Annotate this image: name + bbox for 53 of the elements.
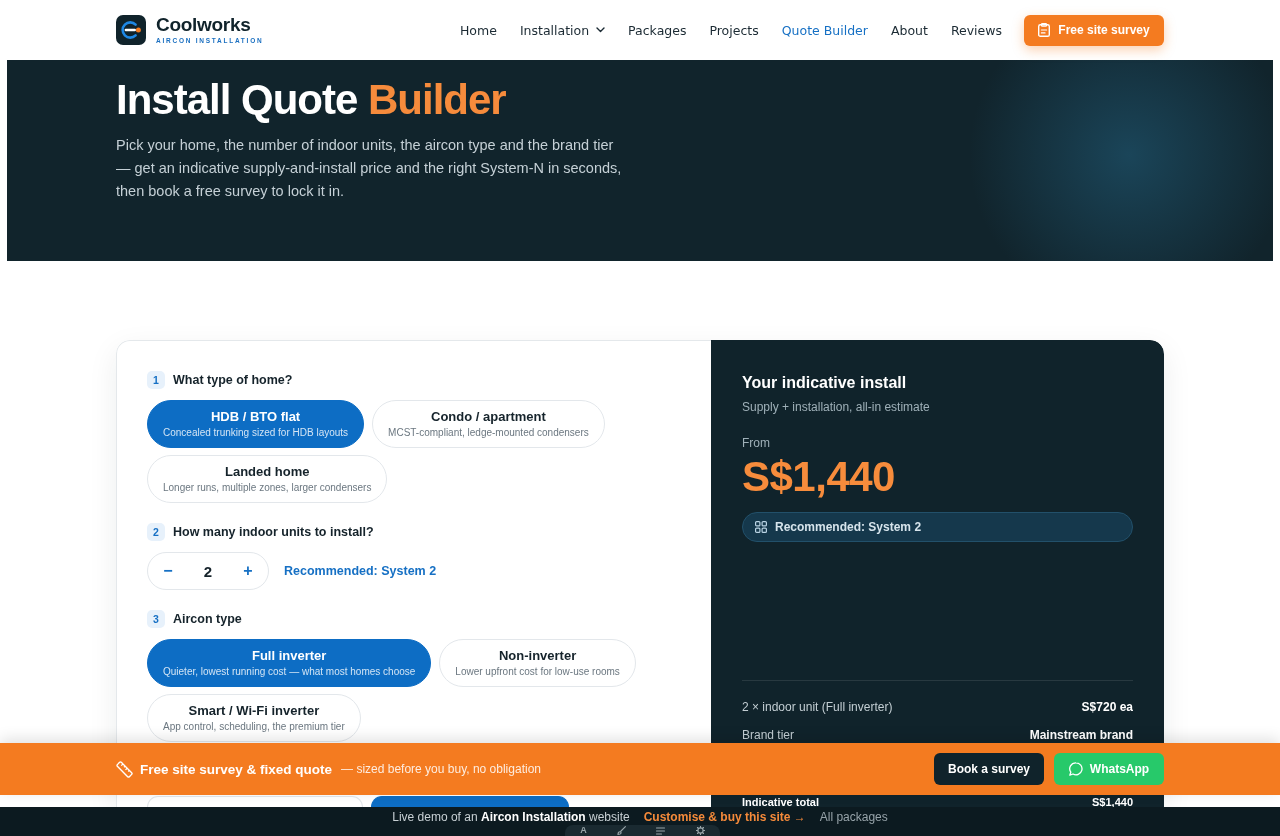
summary-title: Your indicative install [742, 373, 908, 393]
nav-link[interactable]: Reviews [950, 22, 1002, 38]
option-button[interactable] [371, 796, 569, 807]
quantity-value: 2 [203, 562, 213, 580]
step-question: How many indoor units to install? [173, 525, 374, 539]
banner-title: Free site survey & fixed quote [140, 761, 333, 777]
recommendation-note: Recommended: System 2 [284, 564, 437, 578]
summary-subtitle: Supply + installation, all-in estimate [742, 399, 931, 415]
step-number: 3 [147, 610, 165, 628]
nav-link[interactable]: Installation [519, 22, 606, 38]
line-label: 2 × indoor unit (Full inverter) [742, 700, 893, 714]
nav-link[interactable]: Packages [628, 22, 687, 38]
nav-link[interactable]: Projects [709, 22, 759, 38]
font-button[interactable]: A [580, 826, 587, 835]
gear-icon[interactable] [695, 826, 705, 835]
option-button[interactable]: Smart / Wi-Fi inverter App control, scheduling, the premium tier [147, 694, 361, 742]
option-button[interactable]: Non-inverter Lower upfront cost for low-use rooms [439, 639, 636, 687]
recommendation-text: Recommended: System 2 [775, 520, 922, 534]
total-label: Indicative total [742, 796, 820, 807]
ruler-icon [116, 760, 133, 778]
option-button[interactable]: Full inverter Quieter, lowest running cost — what most homes choose [147, 639, 432, 687]
step-question: What type of home? [173, 373, 293, 387]
price: S$1,440 [742, 453, 896, 501]
step-question: Aircon type [173, 612, 242, 626]
book-survey-button[interactable]: Book a survey [934, 753, 1044, 785]
demo-notice: Live demo of an Aircon Installation website [392, 810, 630, 824]
brand-name: Coolworks [156, 15, 252, 34]
grid-icon [755, 521, 767, 533]
nav-link[interactable]: Home [459, 22, 497, 38]
increase-button[interactable]: + [233, 557, 263, 585]
nav-link[interactable]: Quote Builder [781, 22, 868, 38]
list-icon[interactable] [656, 826, 666, 835]
brush-icon[interactable] [617, 826, 627, 835]
decrease-button[interactable]: − [153, 557, 183, 585]
line-label: Brand tier [742, 728, 795, 742]
option-button[interactable]: Condo / apartment MCST-compliant, ledge-mounted condensers [372, 400, 605, 448]
intro-text: Pick your home, the number of indoor units, the aircon type and the brand tier — get an indicative supply-and-install price and the right System-N in seconds, then book a free survey to lock it in. [116, 136, 623, 201]
page-title: Install Quote Builder [116, 77, 507, 123]
banner-note: — sized before you buy, no obligation [341, 762, 541, 776]
line-value: S$720 ea [1081, 700, 1133, 714]
clipboard-icon [1038, 23, 1051, 37]
option-button[interactable]: HDB / BTO flat Concealed trunking sized for HDB layouts [147, 400, 365, 448]
nav-link[interactable]: About [890, 22, 928, 38]
customise-link[interactable]: Customise & buy this site → [643, 810, 806, 824]
price-label: From [742, 435, 771, 451]
step-number: 1 [147, 371, 165, 389]
line-value: Mainstream brand [1029, 728, 1133, 742]
option-button[interactable]: Landed home Longer runs, multiple zones, larger condensers [147, 455, 388, 503]
chat-bubble-icon [1068, 762, 1083, 776]
packages-link[interactable]: All packages [819, 810, 888, 824]
step-number: 2 [147, 523, 165, 541]
logo-icon [116, 15, 146, 45]
total-value: S$1,440 [1092, 796, 1133, 807]
